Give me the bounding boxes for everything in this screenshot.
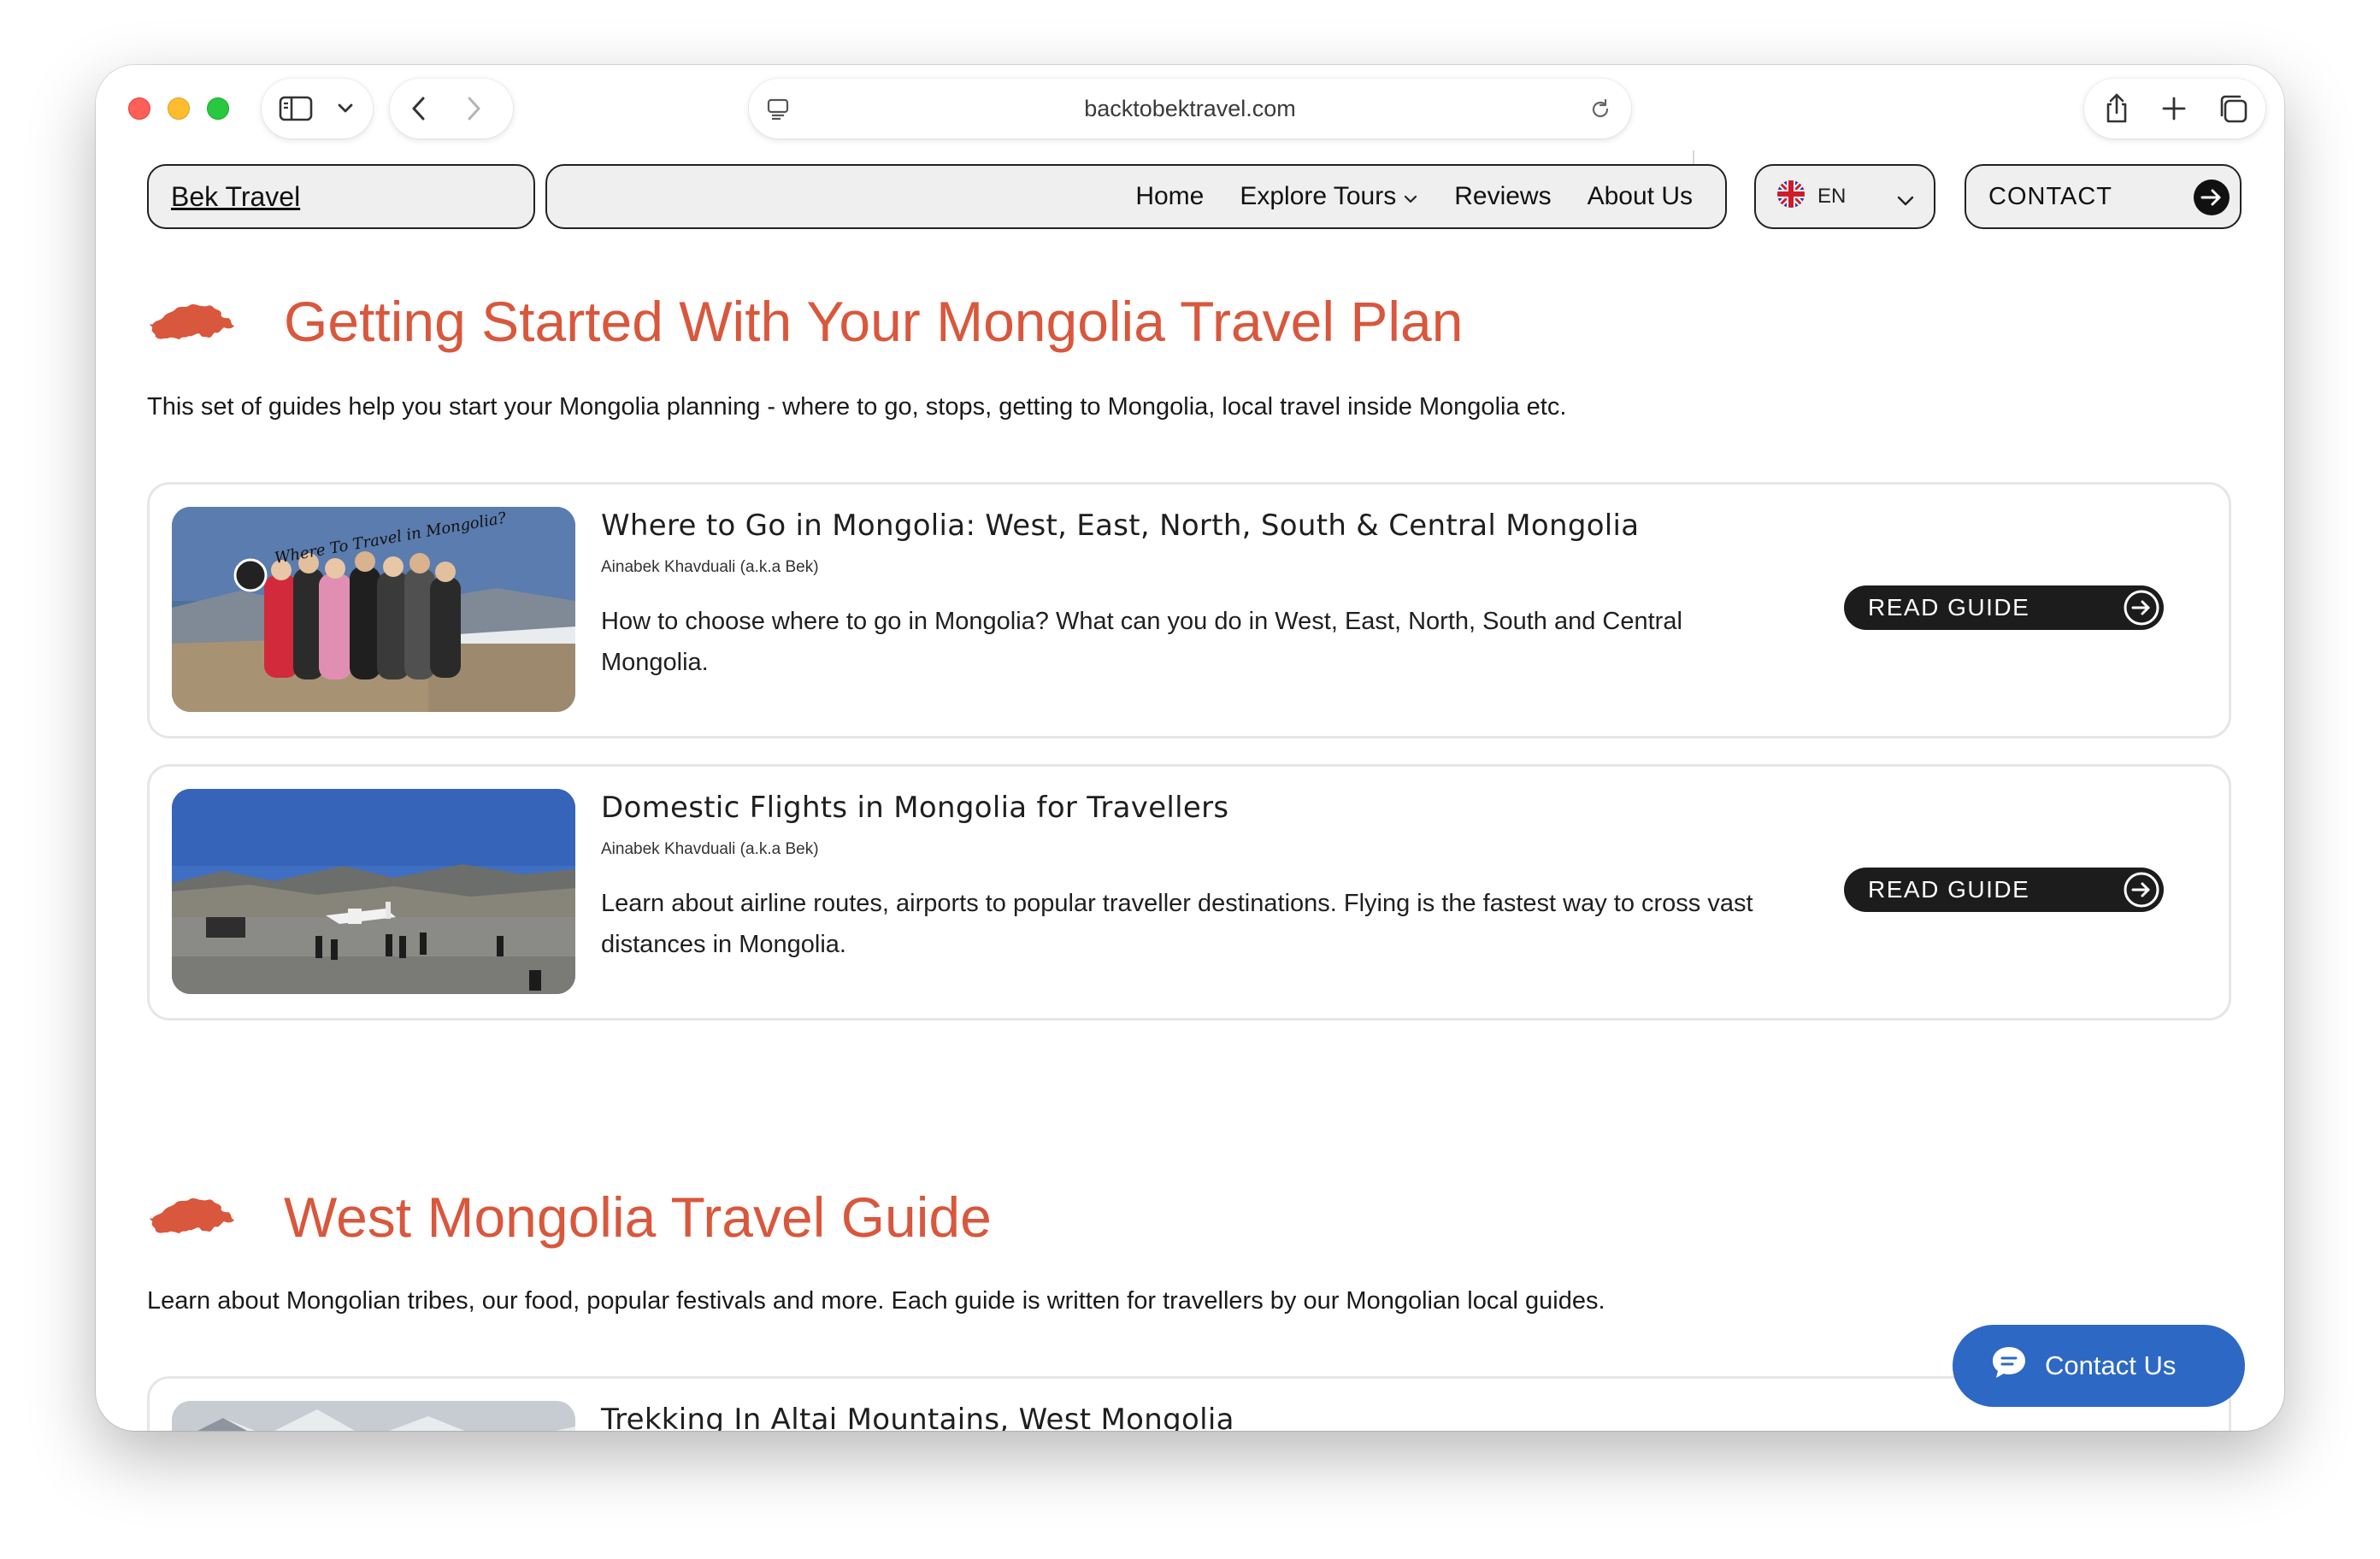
uk-flag-icon [1776, 179, 1806, 215]
read-guide-label: READ GUIDE [1868, 594, 2030, 621]
guide-author: Ainabek Khavduali (a.k.a Bek) [601, 558, 819, 576]
switzerland-map-icon [147, 1190, 236, 1250]
guide-excerpt: How to choose where to go in Mongolia? W… [601, 608, 1682, 676]
nav-about-us[interactable]: About Us [1588, 182, 1693, 211]
language-code: EN [1817, 185, 1847, 208]
guide-excerpt: Learn about airline routes, airports to … [601, 890, 1753, 958]
read-guide-button[interactable]: READ GUIDE [1844, 868, 2164, 912]
chat-label: Contact Us [2045, 1350, 2177, 1380]
chat-bubble-icon [1990, 1344, 2028, 1388]
chevron-down-icon [1896, 190, 1915, 214]
nav-explore-tours[interactable]: Explore Tours [1240, 182, 1418, 211]
guide-image [172, 789, 575, 994]
section-description: This set of guides help you start your M… [147, 393, 1567, 421]
guide-card[interactable]: Domestic Flights in Mongolia for Travell… [147, 764, 2231, 1021]
guide-author: Ainabek Khavduali (a.k.a Bek) [601, 840, 819, 858]
read-guide-label: READ GUIDE [1868, 876, 2030, 903]
read-guide-button[interactable]: READ GUIDE [1844, 585, 2164, 630]
language-selector[interactable]: EN [1754, 164, 1935, 229]
guide-title[interactable]: Trekking In Altai Mountains, West Mongol… [601, 1403, 1234, 1431]
section-description: Learn about Mongolian tribes, our food, … [147, 1287, 1605, 1315]
guide-card[interactable]: Trekking In Altai Mountains, West Mongol… [147, 1376, 2231, 1431]
arrow-right-icon [2123, 871, 2160, 915]
guide-card[interactable]: Where To Travel in Mongolia? Where to Go… [147, 482, 2231, 738]
chevron-down-icon [1403, 182, 1418, 211]
guide-image: Where To Travel in Mongolia? [172, 507, 575, 712]
guide-title[interactable]: Where to Go in Mongolia: West, East, Nor… [601, 509, 1639, 543]
contact-label: CONTACT [1988, 182, 2113, 210]
guide-title[interactable]: Domestic Flights in Mongolia for Travell… [601, 791, 1228, 825]
section-title: Getting Started With Your Mongolia Trave… [284, 290, 1464, 353]
contact-us-chat-button[interactable]: Contact Us [1953, 1325, 2245, 1407]
section-title: West Mongolia Travel Guide [284, 1185, 992, 1249]
contact-button[interactable]: CONTACT [1965, 164, 2242, 229]
switzerland-map-icon [147, 296, 236, 356]
web-page: Bek Travel Home Explore Tours Reviews Ab… [96, 65, 2284, 1431]
guide-image [172, 1401, 575, 1431]
site-logo[interactable]: Bek Travel [147, 164, 535, 229]
main-nav: Home Explore Tours Reviews About Us [545, 164, 1727, 229]
arrow-right-icon [2123, 589, 2160, 632]
nav-reviews[interactable]: Reviews [1454, 182, 1551, 211]
nav-explore-tours-label: Explore Tours [1240, 182, 1397, 210]
nav-home[interactable]: Home [1135, 182, 1204, 211]
arrow-right-icon [2192, 178, 2231, 224]
